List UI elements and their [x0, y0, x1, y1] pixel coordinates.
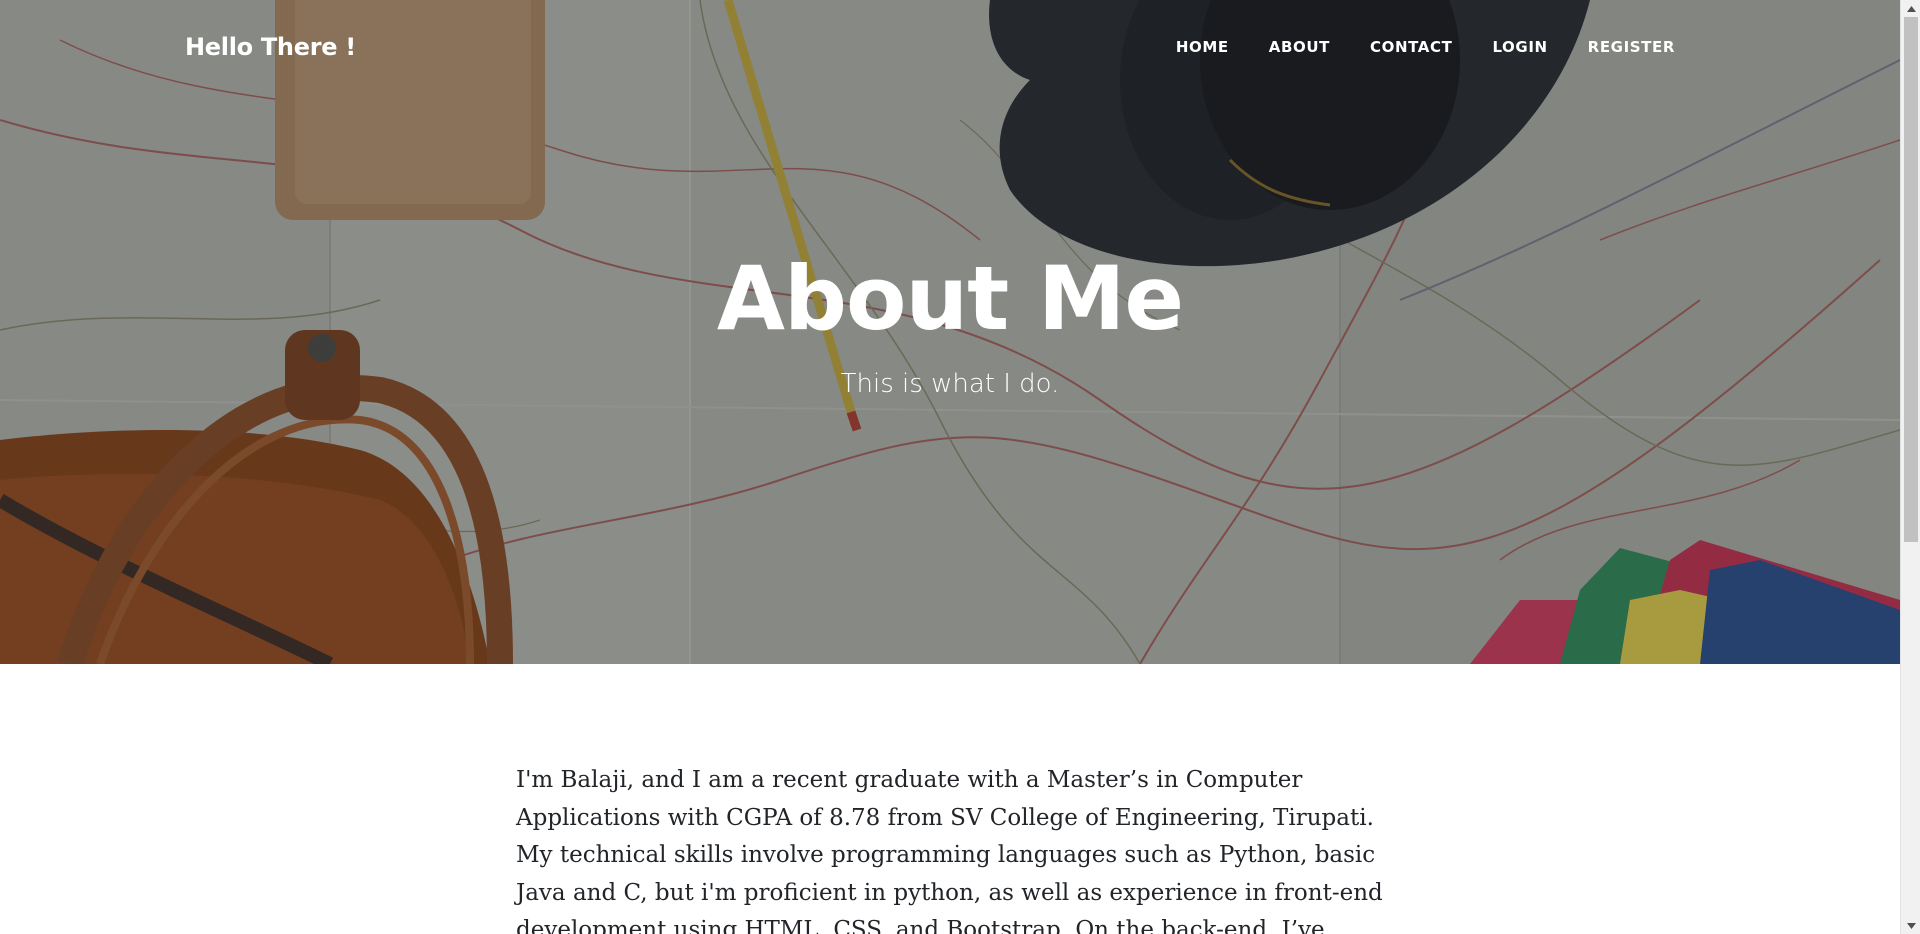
nav-link-about[interactable]: About: [1249, 38, 1350, 56]
nav-item-register: Register: [1568, 38, 1695, 56]
about-content: I'm Balaji, and I am a recent graduate w…: [516, 762, 1386, 934]
page-heading: About Me This is what I do.: [0, 247, 1900, 400]
scroll-up-button[interactable]: [1901, 0, 1920, 17]
nav-link-login[interactable]: Login: [1472, 38, 1567, 56]
nav-link-home[interactable]: Home: [1156, 38, 1249, 56]
page-subtitle: This is what I do.: [840, 369, 1060, 399]
scrollbar-thumb[interactable]: [1904, 17, 1918, 542]
scroll-down-button[interactable]: [1901, 917, 1920, 934]
nav-menu: Home About Contact Login Register: [1156, 38, 1695, 56]
page: Hello There ! Home About Contact Login R…: [0, 0, 1900, 934]
nav-item-home: Home: [1156, 38, 1249, 56]
hero-header: Hello There ! Home About Contact Login R…: [0, 0, 1900, 664]
nav-item-login: Login: [1472, 38, 1567, 56]
triangle-up-icon: [1906, 5, 1916, 12]
vertical-scrollbar[interactable]: [1900, 0, 1920, 934]
nav-item-contact: Contact: [1350, 38, 1472, 56]
nav-link-register[interactable]: Register: [1568, 38, 1695, 56]
page-title: About Me: [716, 247, 1184, 350]
about-paragraph: I'm Balaji, and I am a recent graduate w…: [516, 767, 1383, 934]
brand-link[interactable]: Hello There !: [185, 33, 356, 61]
nav-item-about: About: [1249, 38, 1350, 56]
main-navbar: Hello There ! Home About Contact Login R…: [0, 0, 1900, 100]
nav-link-contact[interactable]: Contact: [1350, 38, 1472, 56]
triangle-down-icon: [1906, 922, 1916, 929]
